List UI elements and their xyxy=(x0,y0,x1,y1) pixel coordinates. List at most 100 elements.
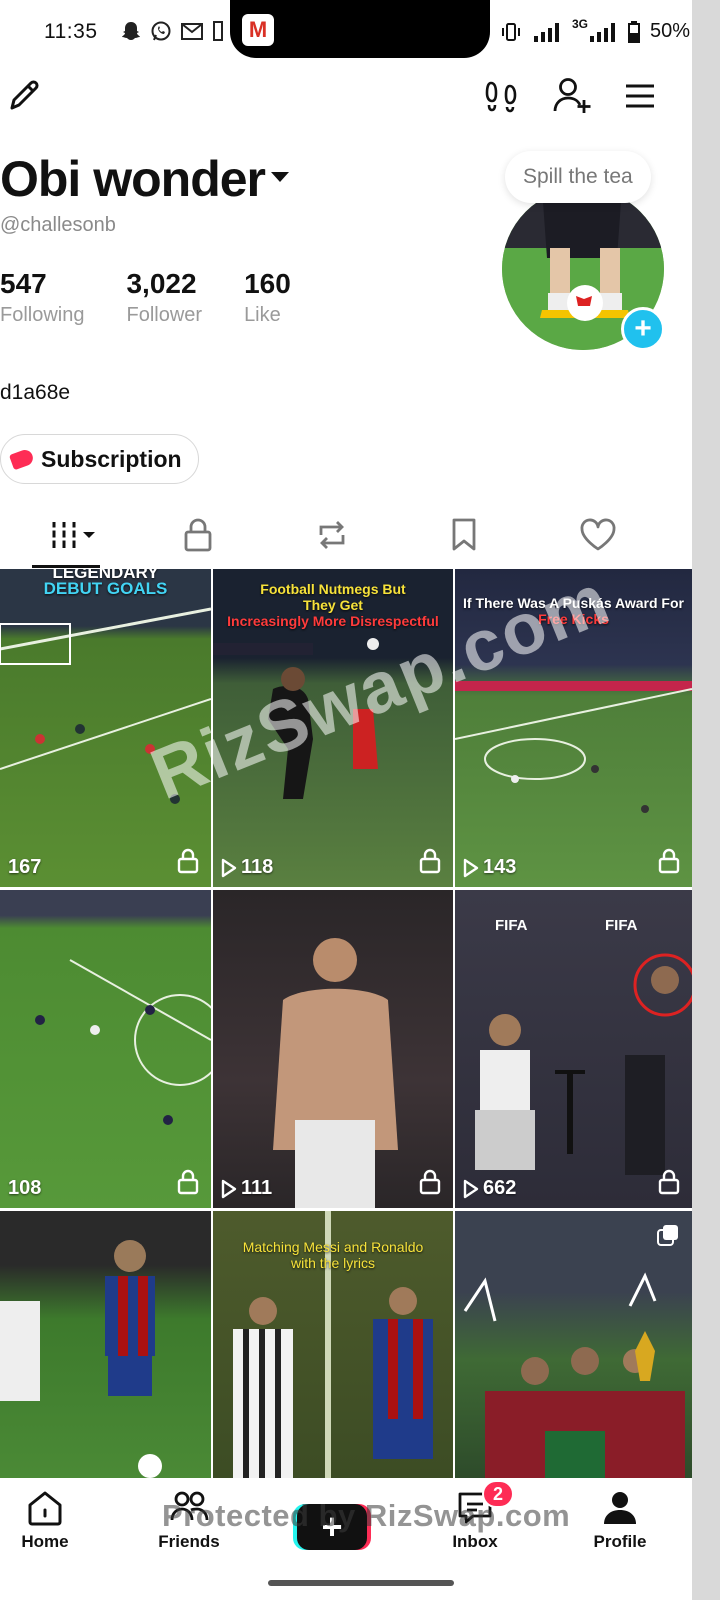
add-friend-button[interactable] xyxy=(548,72,596,120)
play-icon xyxy=(463,1179,479,1198)
account-switch-caret-icon[interactable] xyxy=(271,171,289,182)
subscription-icon xyxy=(8,447,36,471)
tab-videos[interactable] xyxy=(36,510,116,560)
video-caption-line-1: If There Was A Puskás Award For xyxy=(463,595,684,611)
gmail-glyph: M xyxy=(248,17,268,42)
vibrate-icon xyxy=(502,22,520,41)
gmail-icon: M xyxy=(242,14,274,46)
whatsapp-icon xyxy=(151,21,171,41)
video-views: 143 xyxy=(463,856,516,879)
sim-icon xyxy=(213,21,223,41)
nav-home[interactable]: Home xyxy=(0,1488,100,1552)
inbox-badge: 2 xyxy=(482,1480,514,1508)
stat-following[interactable]: 547 Following xyxy=(0,268,84,327)
stat-following-label: Following xyxy=(0,304,85,326)
video-tile[interactable] xyxy=(0,1211,211,1481)
video-tile[interactable]: FIFA FIFA 662 xyxy=(455,890,692,1208)
svg-text:FIFA: FIFA xyxy=(605,917,638,934)
video-lock-icon xyxy=(419,848,441,879)
tab-reposts[interactable] xyxy=(292,510,372,560)
thumbnail-pitch-lines xyxy=(0,607,211,804)
status-time: 11:35 xyxy=(44,20,98,43)
tab-private[interactable] xyxy=(158,510,238,560)
video-caption-line-2: Free Kicks xyxy=(538,611,609,627)
nav-home-label: Home xyxy=(21,1532,69,1551)
video-lock-icon xyxy=(177,1169,199,1200)
profile-handle: @challesonb xyxy=(0,214,116,236)
nav-inbox-label: Inbox xyxy=(452,1532,498,1551)
network-type: 3G xyxy=(572,16,589,31)
menu-button[interactable] xyxy=(616,72,664,120)
video-caption: Football Nutmegs But They Get Increasing… xyxy=(213,581,453,629)
gmail-outline-icon xyxy=(181,23,203,40)
video-caption: If There Was A Puskás Award For Free Kic… xyxy=(455,595,692,627)
video-views: 662 xyxy=(463,1177,516,1200)
status-system-icons: 3G 50% xyxy=(500,16,691,43)
video-tile[interactable]: 108 xyxy=(0,890,211,1208)
lock-icon xyxy=(184,518,212,552)
snapchat-icon xyxy=(122,22,140,40)
edit-button[interactable] xyxy=(0,72,48,120)
profile-views-button[interactable] xyxy=(478,72,526,120)
video-tile[interactable]: Football Nutmegs But They Get Increasing… xyxy=(213,569,453,887)
active-tab-indicator xyxy=(32,565,100,568)
subscription-label: Subscription xyxy=(41,445,182,472)
profile-name-text: Obi wonder xyxy=(0,151,266,207)
status-notification-icons xyxy=(120,20,224,42)
play-icon xyxy=(221,1179,237,1198)
video-caption-line-2: Increasingly More Disrespectful xyxy=(227,613,439,629)
video-tile[interactable]: 111 xyxy=(213,890,453,1208)
video-views: 111 xyxy=(221,1177,272,1200)
signal-icon xyxy=(534,22,559,42)
video-caption: Matching Messi and Ronaldo with the lyri… xyxy=(213,1239,453,1271)
video-views: 108 xyxy=(8,1177,41,1200)
thumbnail-ballon-dor: FIFA FIFA xyxy=(475,917,692,1175)
battery-percent: 50% xyxy=(650,20,691,42)
stat-likes-label: Like xyxy=(244,304,281,326)
profile-name[interactable]: Obi wonder xyxy=(0,150,289,208)
video-caption-line-2: DEBUT GOALS xyxy=(43,579,168,598)
play-icon xyxy=(463,858,479,877)
thumbnail-player xyxy=(273,938,398,1208)
thumbnail-pitch xyxy=(35,959,211,1125)
profile-stats: 547 Following 3,022 Follower 160 Like xyxy=(0,268,333,327)
video-tile[interactable] xyxy=(455,1211,692,1481)
stat-likes[interactable]: 160 Like xyxy=(244,268,291,327)
add-story-button[interactable]: + xyxy=(621,307,665,351)
video-views: 167 xyxy=(8,856,41,879)
video-tile[interactable]: If There Was A Puskás Award For Free Kic… xyxy=(455,569,692,887)
stat-followers[interactable]: 3,022 Follower xyxy=(126,268,202,327)
video-view-count: 111 xyxy=(241,1177,273,1199)
edit-icon xyxy=(10,80,39,110)
profile-top-bar xyxy=(0,72,692,128)
nav-profile[interactable]: Profile xyxy=(565,1488,675,1552)
videos-grid-icon xyxy=(52,522,95,548)
stat-likes-value: 160 xyxy=(244,268,291,299)
play-icon xyxy=(221,858,237,877)
svg-text:FIFA: FIFA xyxy=(495,917,528,934)
thumbnail-players xyxy=(0,1240,162,1478)
status-tooltip[interactable]: Spill the tea xyxy=(505,151,651,203)
signal-icon-2 xyxy=(590,22,616,42)
profile-bio[interactable]: d1a68e xyxy=(0,381,70,405)
home-icon xyxy=(28,1491,62,1526)
stat-followers-label: Follower xyxy=(126,304,203,326)
footprints-icon xyxy=(485,81,517,113)
video-lock-icon xyxy=(419,1169,441,1200)
multi-image-icon xyxy=(656,1223,680,1252)
video-tile[interactable]: LEGENDARY DEBUT GOALS 167 xyxy=(0,569,211,887)
heart-icon xyxy=(580,518,616,551)
tab-liked[interactable] xyxy=(558,510,638,560)
video-view-count: 143 xyxy=(483,856,517,878)
status-bar: 11:35 M 3G 50% xyxy=(0,0,692,64)
home-indicator[interactable] xyxy=(268,1580,454,1586)
subscription-button[interactable]: Subscription xyxy=(0,434,199,484)
video-view-count: 108 xyxy=(8,1177,42,1199)
video-view-count: 118 xyxy=(241,856,274,878)
menu-icon xyxy=(626,84,654,108)
video-view-count: 167 xyxy=(8,856,42,878)
video-view-count: 662 xyxy=(483,1177,517,1199)
tab-favorites[interactable] xyxy=(424,510,504,560)
video-tile[interactable]: Matching Messi and Ronaldo with the lyri… xyxy=(213,1211,453,1481)
video-lock-icon xyxy=(177,848,199,879)
